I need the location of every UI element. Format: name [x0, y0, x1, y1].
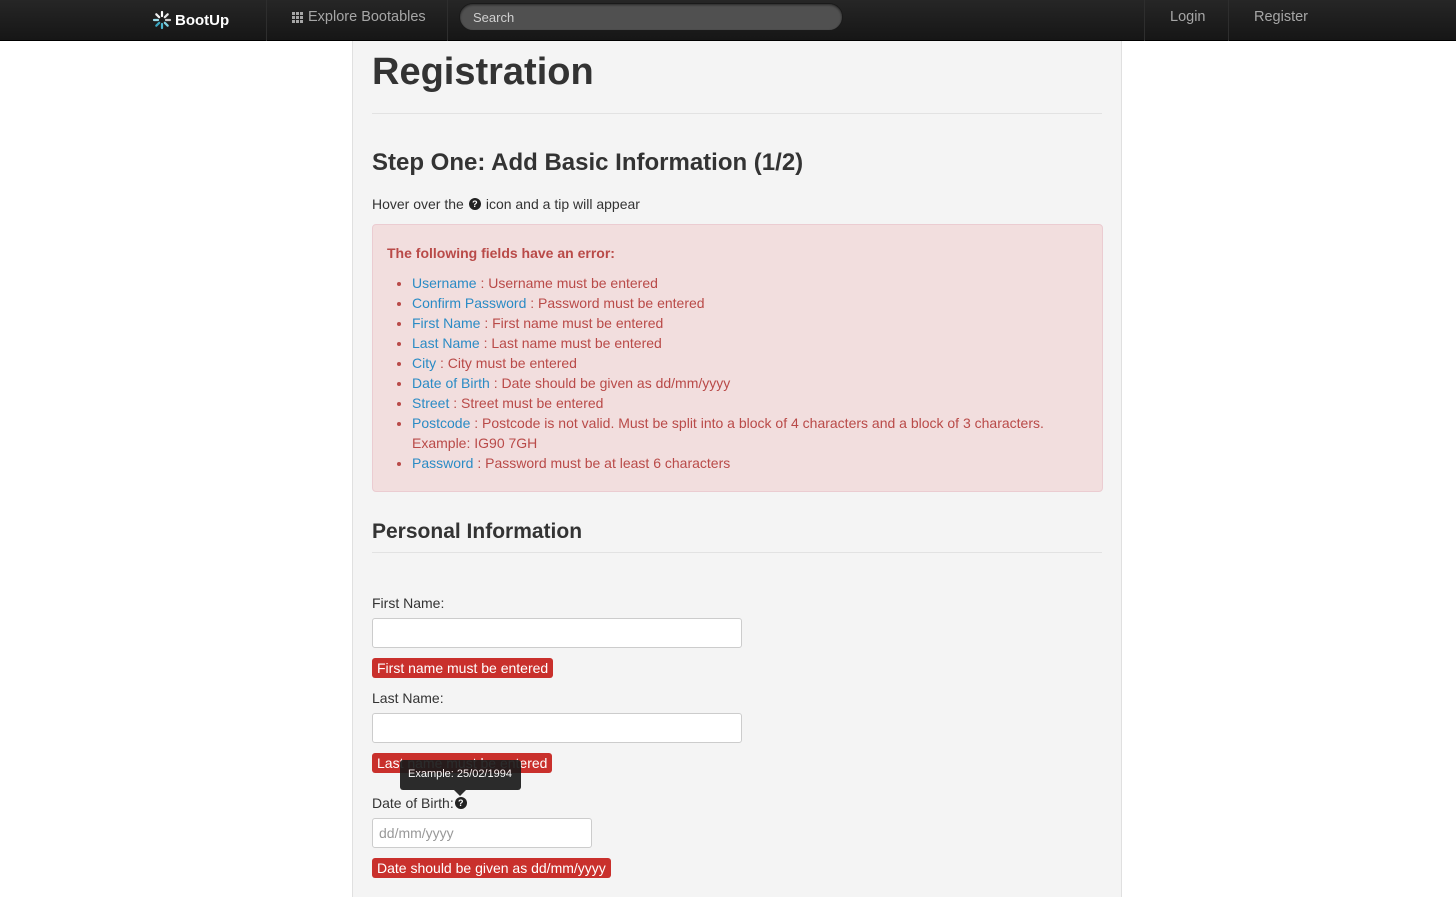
error-item: Date of Birth : Date should be given as … — [412, 373, 1072, 393]
error-field-link-street[interactable]: Street — [412, 395, 449, 411]
last-name-input[interactable] — [372, 713, 742, 743]
error-item: Postcode : Postcode is not valid. Must b… — [412, 413, 1072, 453]
nav-divider — [447, 0, 448, 41]
error-item: Confirm Password : Password must be ente… — [412, 293, 1072, 313]
dob-label-row: Date of Birth: ? — [372, 795, 467, 811]
first-name-input[interactable] — [372, 618, 742, 648]
dob-error-badge: Date should be given as dd/mm/yyyy — [372, 858, 611, 878]
login-label: Login — [1170, 9, 1206, 25]
error-field-link-postcode[interactable]: Postcode — [412, 415, 470, 431]
top-navbar: BootUp Explore Bootables Login Register — [0, 0, 1456, 41]
grid-icon — [292, 11, 303, 23]
nav-divider — [1228, 0, 1229, 41]
error-message: : Postcode is not valid. Must be split i… — [412, 415, 1044, 451]
error-message: : Date should be given as dd/mm/yyyy — [489, 375, 731, 391]
error-list: Username : Username must be entered Conf… — [412, 273, 1072, 473]
login-link[interactable]: Login — [1170, 9, 1205, 25]
last-name-label: Last Name: — [372, 690, 444, 706]
error-item: City : City must be entered — [412, 353, 1072, 373]
error-message: : Password must be at least 6 characters — [473, 455, 731, 471]
error-field-link-password[interactable]: Password — [412, 455, 473, 471]
error-message: : First name must be entered — [480, 315, 664, 331]
dob-label: Date of Birth: — [372, 795, 454, 811]
error-message: : Username must be entered — [476, 275, 658, 291]
error-field-link-first-name[interactable]: First Name — [412, 315, 480, 331]
divider — [372, 113, 1102, 114]
error-item: First Name : First name must be entered — [412, 313, 1072, 333]
explore-label: Explore Bootables — [308, 9, 426, 25]
error-message: : Last name must be entered — [479, 335, 662, 351]
brand-name: BootUp — [175, 11, 230, 29]
explore-bootables-link[interactable]: Explore Bootables — [292, 9, 426, 25]
error-message: : City must be entered — [436, 355, 577, 371]
error-field-link-city[interactable]: City — [412, 355, 436, 371]
error-summary-title: The following fields have an error: — [387, 245, 615, 261]
search-input[interactable] — [459, 3, 843, 31]
divider — [372, 552, 1102, 553]
section-title-personal: Personal Information — [372, 520, 583, 543]
brand-link[interactable]: BootUp — [152, 10, 229, 30]
error-item: Last Name : Last name must be entered — [412, 333, 1072, 353]
error-field-link-date-of-birth[interactable]: Date of Birth — [412, 375, 490, 391]
error-field-link-last-name[interactable]: Last Name — [412, 335, 480, 351]
error-item: Password : Password must be at least 6 c… — [412, 453, 1072, 473]
register-link[interactable]: Register — [1254, 9, 1308, 25]
bootup-logo-icon — [152, 10, 172, 30]
hint-text: Hover over the ? icon and a tip will app… — [372, 196, 640, 212]
error-field-link-confirm-password[interactable]: Confirm Password — [412, 295, 526, 311]
question-circle-icon: ? — [468, 198, 481, 210]
error-item: Street : Street must be entered — [412, 393, 1072, 413]
main-container: Registration Step One: Add Basic Informa… — [352, 41, 1122, 897]
error-message: : Password must be entered — [526, 295, 705, 311]
hint-after: icon and a tip will appear — [485, 196, 640, 212]
first-name-error-badge: First name must be entered — [372, 658, 554, 678]
hint-before: Hover over the — [372, 196, 464, 212]
question-circle-icon[interactable]: ? — [454, 797, 467, 809]
register-label: Register — [1254, 9, 1308, 25]
page-title: Registration — [372, 51, 594, 93]
date-of-birth-input[interactable] — [372, 818, 592, 848]
dob-tooltip: Example: 25/02/1994 — [400, 760, 521, 796]
error-field-link-username[interactable]: Username — [412, 275, 477, 291]
step-title: Step One: Add Basic Information (1/2) — [372, 149, 804, 176]
first-name-label: First Name: — [372, 595, 445, 611]
error-message: : Street must be entered — [449, 395, 604, 411]
nav-divider — [266, 0, 267, 41]
error-item: Username : Username must be entered — [412, 273, 1072, 293]
nav-divider — [1144, 0, 1145, 41]
error-summary-alert: The following fields have an error: User… — [372, 224, 1103, 492]
